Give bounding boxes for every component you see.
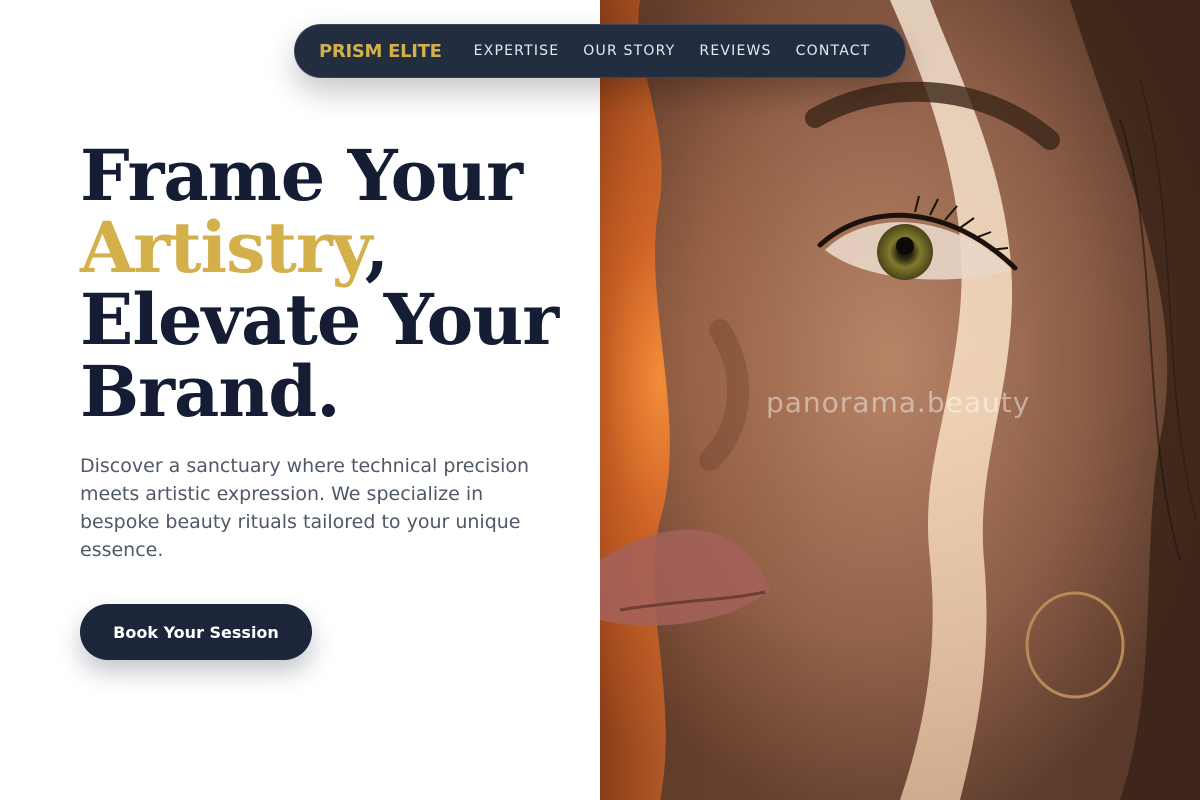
headline-line-4: Brand. (80, 350, 341, 433)
top-navigation: PRISM ELITE EXPERTISE OUR STORY REVIEWS … (294, 24, 906, 78)
headline-line-3: Elevate Your (80, 278, 559, 361)
brand-logo[interactable]: PRISM ELITE (319, 41, 442, 62)
headline-accent-word: Artistry (80, 206, 366, 289)
hero-left-panel: Frame Your Artistry, Elevate Your Brand.… (0, 0, 600, 800)
hero-headline: Frame Your Artistry, Elevate Your Brand. (80, 140, 580, 428)
headline-line-1: Frame Your (80, 134, 523, 217)
nav-link-our-story[interactable]: OUR STORY (583, 43, 675, 59)
photo-watermark: panorama.beauty (766, 386, 1031, 419)
hero-photo: panorama.beauty (600, 0, 1200, 800)
nav-link-contact[interactable]: CONTACT (796, 43, 871, 59)
headline-comma: , (364, 206, 389, 289)
book-session-button[interactable]: Book Your Session (80, 604, 312, 660)
hero-description: Discover a sanctuary where technical pre… (80, 455, 530, 561)
nav-link-reviews[interactable]: REVIEWS (699, 43, 771, 59)
nav-link-expertise[interactable]: EXPERTISE (474, 43, 560, 59)
